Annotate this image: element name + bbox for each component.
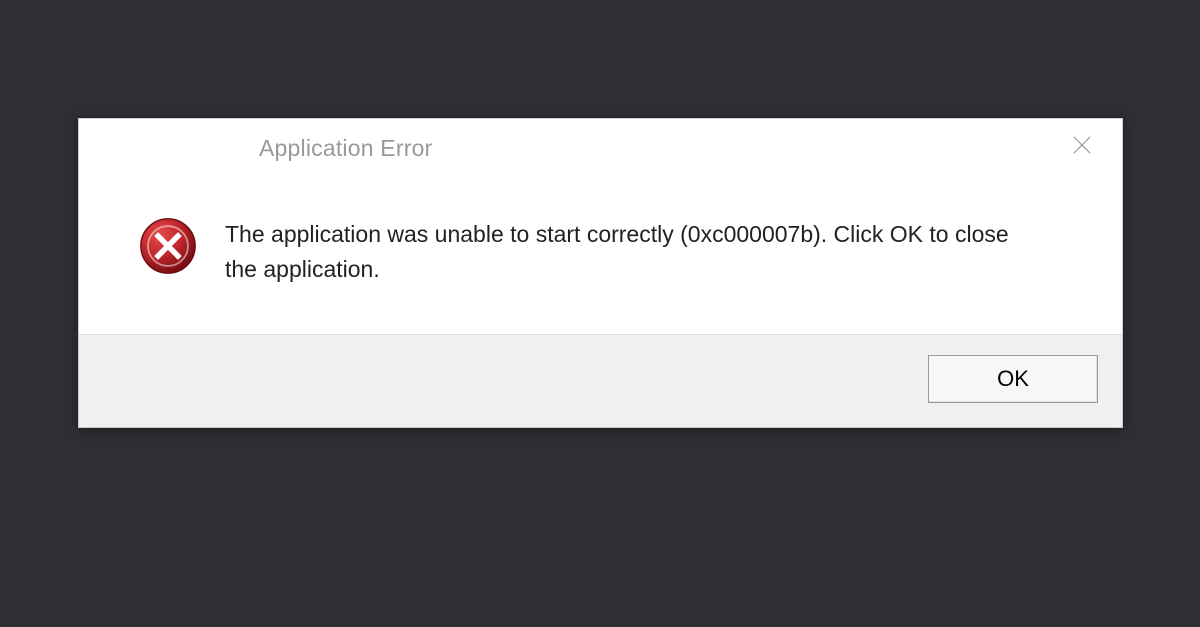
- dialog-title: Application Error: [259, 135, 432, 162]
- ok-button[interactable]: OK: [928, 355, 1098, 403]
- close-icon: [1071, 134, 1093, 161]
- titlebar: Application Error: [79, 119, 1122, 177]
- error-icon: [139, 217, 197, 275]
- error-message: The application was unable to start corr…: [225, 215, 1045, 286]
- dialog-footer: OK: [79, 334, 1122, 427]
- close-button[interactable]: [1060, 129, 1104, 165]
- dialog-content: The application was unable to start corr…: [79, 177, 1122, 334]
- error-dialog: Application Error: [78, 118, 1123, 428]
